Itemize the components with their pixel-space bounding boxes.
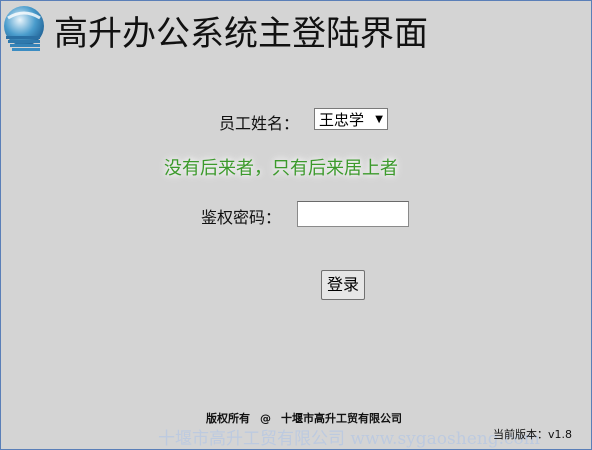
slogan-text: 没有后来者，只有后来居上者	[164, 158, 398, 179]
login-button[interactable]: 登录	[321, 270, 365, 300]
page-title: 高升办公系统主登陆界面	[54, 14, 428, 54]
globe-logo-icon	[4, 6, 44, 51]
window-frame	[0, 0, 592, 450]
version-text: 当前版本：v1.8	[492, 428, 572, 441]
employee-name-label: 员工姓名：	[219, 114, 300, 133]
dropdown-arrow-icon: ▼	[375, 114, 383, 125]
employee-select[interactable]: 王忠学 ▼	[314, 108, 388, 130]
employee-select-value: 王忠学	[319, 110, 365, 129]
password-input[interactable]	[297, 201, 409, 227]
watermark-text: 十堰市高升工贸有限公司 www.sygaosheng.com	[158, 429, 540, 449]
password-label: 鉴权密码：	[201, 208, 282, 227]
